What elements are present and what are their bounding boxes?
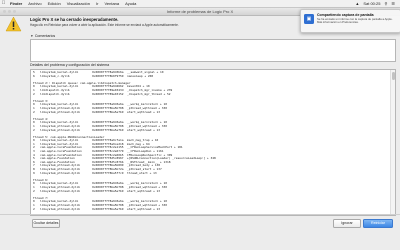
list-icon[interactable]: ☰ (391, 0, 395, 7)
dialog-heading: Logic Pro X se ha cerrado inesperadament… (30, 17, 119, 22)
crash-report-window: Informe de problemas de Logic Pro X Logi… (0, 8, 400, 250)
search-icon[interactable]: ⚲ (384, 0, 387, 7)
notification-banner[interactable]: ▣ Compartiendo captura de pantalla Se ha… (300, 9, 400, 33)
menu-item-ir[interactable]: Ir (93, 0, 101, 7)
menu-item-ayuda[interactable]: Ayuda (122, 0, 139, 7)
clock[interactable]: Sat 00:25 (363, 0, 380, 7)
menu-bar:  Finder Archivo Edición Visualización I… (0, 0, 400, 8)
menu-item-ventana[interactable]: Ventana (101, 0, 122, 7)
menu-extras: ▲ Sat 00:25 ⚲ ☰ (355, 0, 395, 7)
menu-app-name[interactable]: Finder (7, 0, 25, 7)
menu-item-archivo[interactable]: Archivo (25, 0, 44, 7)
crash-log: 5 libsystem_kernel.dylib 0x00007fff8a9d3… (33, 70, 395, 215)
details-scrollbar[interactable] (390, 70, 395, 215)
comment-field[interactable] (30, 39, 396, 62)
details-label: Detalles del problema y configuración de… (30, 63, 110, 67)
comment-label: Comentarios (34, 34, 56, 38)
screenshot-app-icon: ▣ (304, 14, 314, 24)
scrollbar-thumb[interactable] (391, 72, 395, 80)
ignore-button[interactable]: Ignorar (333, 219, 361, 228)
reopen-button[interactable]: Reiniciar (363, 219, 393, 228)
chevron-down-icon: ▾ (31, 34, 33, 38)
footer-divider (0, 214, 400, 215)
dialog-message: Haga clic en Reiniciar para volver a abr… (30, 23, 179, 27)
details-text-area[interactable]: 5 libsystem_kernel.dylib 0x00007fff8a9d3… (30, 69, 396, 216)
wifi-icon[interactable]: ▲ (355, 0, 359, 7)
notification-body: Se ha enviado un informe con la captura … (317, 17, 393, 25)
hide-details-button[interactable]: Ocultar detalles (32, 219, 60, 228)
menu-item-edicion[interactable]: Edición (45, 0, 64, 7)
warning-icon (5, 16, 22, 32)
comment-disclosure[interactable]: ▾ Comentarios (31, 34, 55, 38)
apple-menu-icon[interactable]:  (0, 0, 7, 7)
menu-item-visualizacion[interactable]: Visualización (64, 0, 93, 7)
